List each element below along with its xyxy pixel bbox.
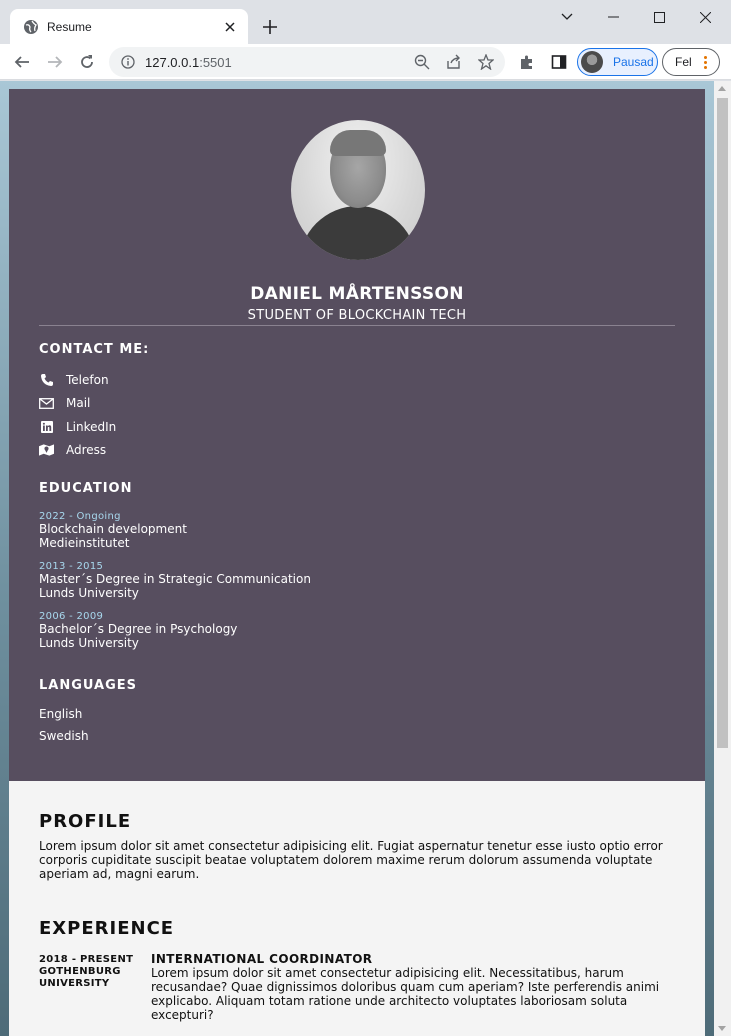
share-icon[interactable] [446, 54, 462, 70]
mail-icon [39, 396, 54, 411]
extensions-puzzle-icon[interactable] [518, 53, 536, 71]
education-heading: EDUCATION [39, 481, 133, 496]
person-title: STUDENT OF BLOCKCHAIN TECH [247, 308, 467, 323]
reload-icon[interactable] [74, 49, 100, 75]
person-name: DANIEL MÅRTENSSON [250, 284, 464, 304]
profile-photo [291, 120, 425, 260]
education-degree: Blockchain development [39, 522, 187, 536]
education-school: Medieinstitutet [39, 536, 130, 550]
contact-item-address[interactable]: Adress [39, 441, 106, 459]
forward-arrow-icon[interactable] [42, 49, 68, 75]
experience-heading: EXPERIENCE [39, 918, 175, 939]
new-tab-icon[interactable] [259, 16, 281, 38]
kebab-menu-icon [703, 55, 707, 69]
scrollbar[interactable] [714, 81, 731, 1036]
resume-sidebar: DANIEL MÅRTENSSON STUDENT OF BLOCKCHAIN … [9, 89, 705, 781]
map-icon [39, 443, 54, 458]
scroll-down-icon[interactable] [718, 1026, 726, 1031]
avatar [581, 51, 603, 73]
languages-heading: LANGUAGES [39, 678, 138, 693]
minimize-icon[interactable] [590, 4, 636, 30]
profile-text: Lorem ipsum dolor sit amet consectetur a… [39, 839, 663, 881]
education-date: 2022 - Ongoing [39, 511, 121, 522]
bookmark-star-icon[interactable] [478, 54, 494, 70]
profile-heading: PROFILE [39, 811, 132, 832]
phone-icon [39, 373, 54, 388]
language-item: Swedish [39, 729, 89, 743]
resume-main: PROFILE Lorem ipsum dolor sit amet conse… [9, 781, 705, 1036]
experience-org: GOTHENBURG UNIVERSITY [39, 966, 121, 989]
profile-button[interactable]: Pausad [577, 48, 658, 76]
resume-card: DANIEL MÅRTENSSON STUDENT OF BLOCKCHAIN … [9, 89, 705, 1036]
contact-item-linkedin[interactable]: LinkedIn [39, 418, 116, 436]
education-degree: Bachelor´s Degree in Psychology [39, 622, 238, 636]
experience-text: Lorem ipsum dolor sit amet consectetur a… [151, 966, 660, 1022]
education-school: Lunds University [39, 636, 139, 650]
contact-label: Mail [66, 396, 91, 410]
education-date: 2013 - 2015 [39, 561, 104, 572]
browser-tab[interactable]: Resume [10, 9, 248, 44]
scroll-up-icon[interactable] [718, 86, 726, 91]
error-label: Fel [675, 55, 692, 69]
close-tab-icon[interactable] [222, 19, 238, 35]
education-school: Lunds University [39, 586, 139, 600]
error-menu-button[interactable]: Fel [662, 48, 720, 76]
back-arrow-icon[interactable] [9, 49, 35, 75]
address-bar[interactable]: 127.0.0.1:5501 [109, 47, 505, 77]
browser-toolbar: 127.0.0.1:5501 Pausad Fel [0, 44, 731, 80]
maximize-icon[interactable] [636, 4, 682, 30]
close-window-icon[interactable] [682, 4, 728, 30]
experience-period: 2018 - PRESENT [39, 954, 134, 965]
contact-item-mail[interactable]: Mail [39, 394, 90, 412]
scrollbar-thumb[interactable] [717, 98, 728, 748]
contact-label: Adress [66, 443, 107, 457]
side-panel-icon[interactable] [550, 53, 568, 71]
zoom-out-icon[interactable] [414, 54, 430, 70]
divider [39, 325, 675, 326]
linkedin-icon [39, 420, 54, 435]
education-degree: Master´s Degree in Strategic Communicati… [39, 572, 311, 586]
language-item: English [39, 707, 83, 721]
page-viewport: DANIEL MÅRTENSSON STUDENT OF BLOCKCHAIN … [0, 81, 731, 1036]
contact-item-phone[interactable]: Telefon [39, 371, 109, 389]
tab-strip: Resume [0, 0, 731, 44]
experience-title: INTERNATIONAL COORDINATOR [151, 952, 373, 966]
globe-icon [23, 19, 39, 35]
url-text: 127.0.0.1:5501 [145, 54, 232, 70]
education-date: 2006 - 2009 [39, 611, 104, 622]
tab-search-chevron-icon[interactable] [544, 4, 590, 30]
contact-label: Telefon [66, 373, 109, 387]
site-info-icon[interactable] [121, 55, 135, 69]
contact-label: LinkedIn [66, 420, 117, 434]
experience-date: 2018 - PRESENT GOTHENBURG UNIVERSITY [39, 954, 139, 990]
contact-heading: CONTACT ME: [39, 342, 150, 357]
profile-status-label: Pausad [613, 55, 654, 69]
tab-title: Resume [47, 19, 92, 34]
